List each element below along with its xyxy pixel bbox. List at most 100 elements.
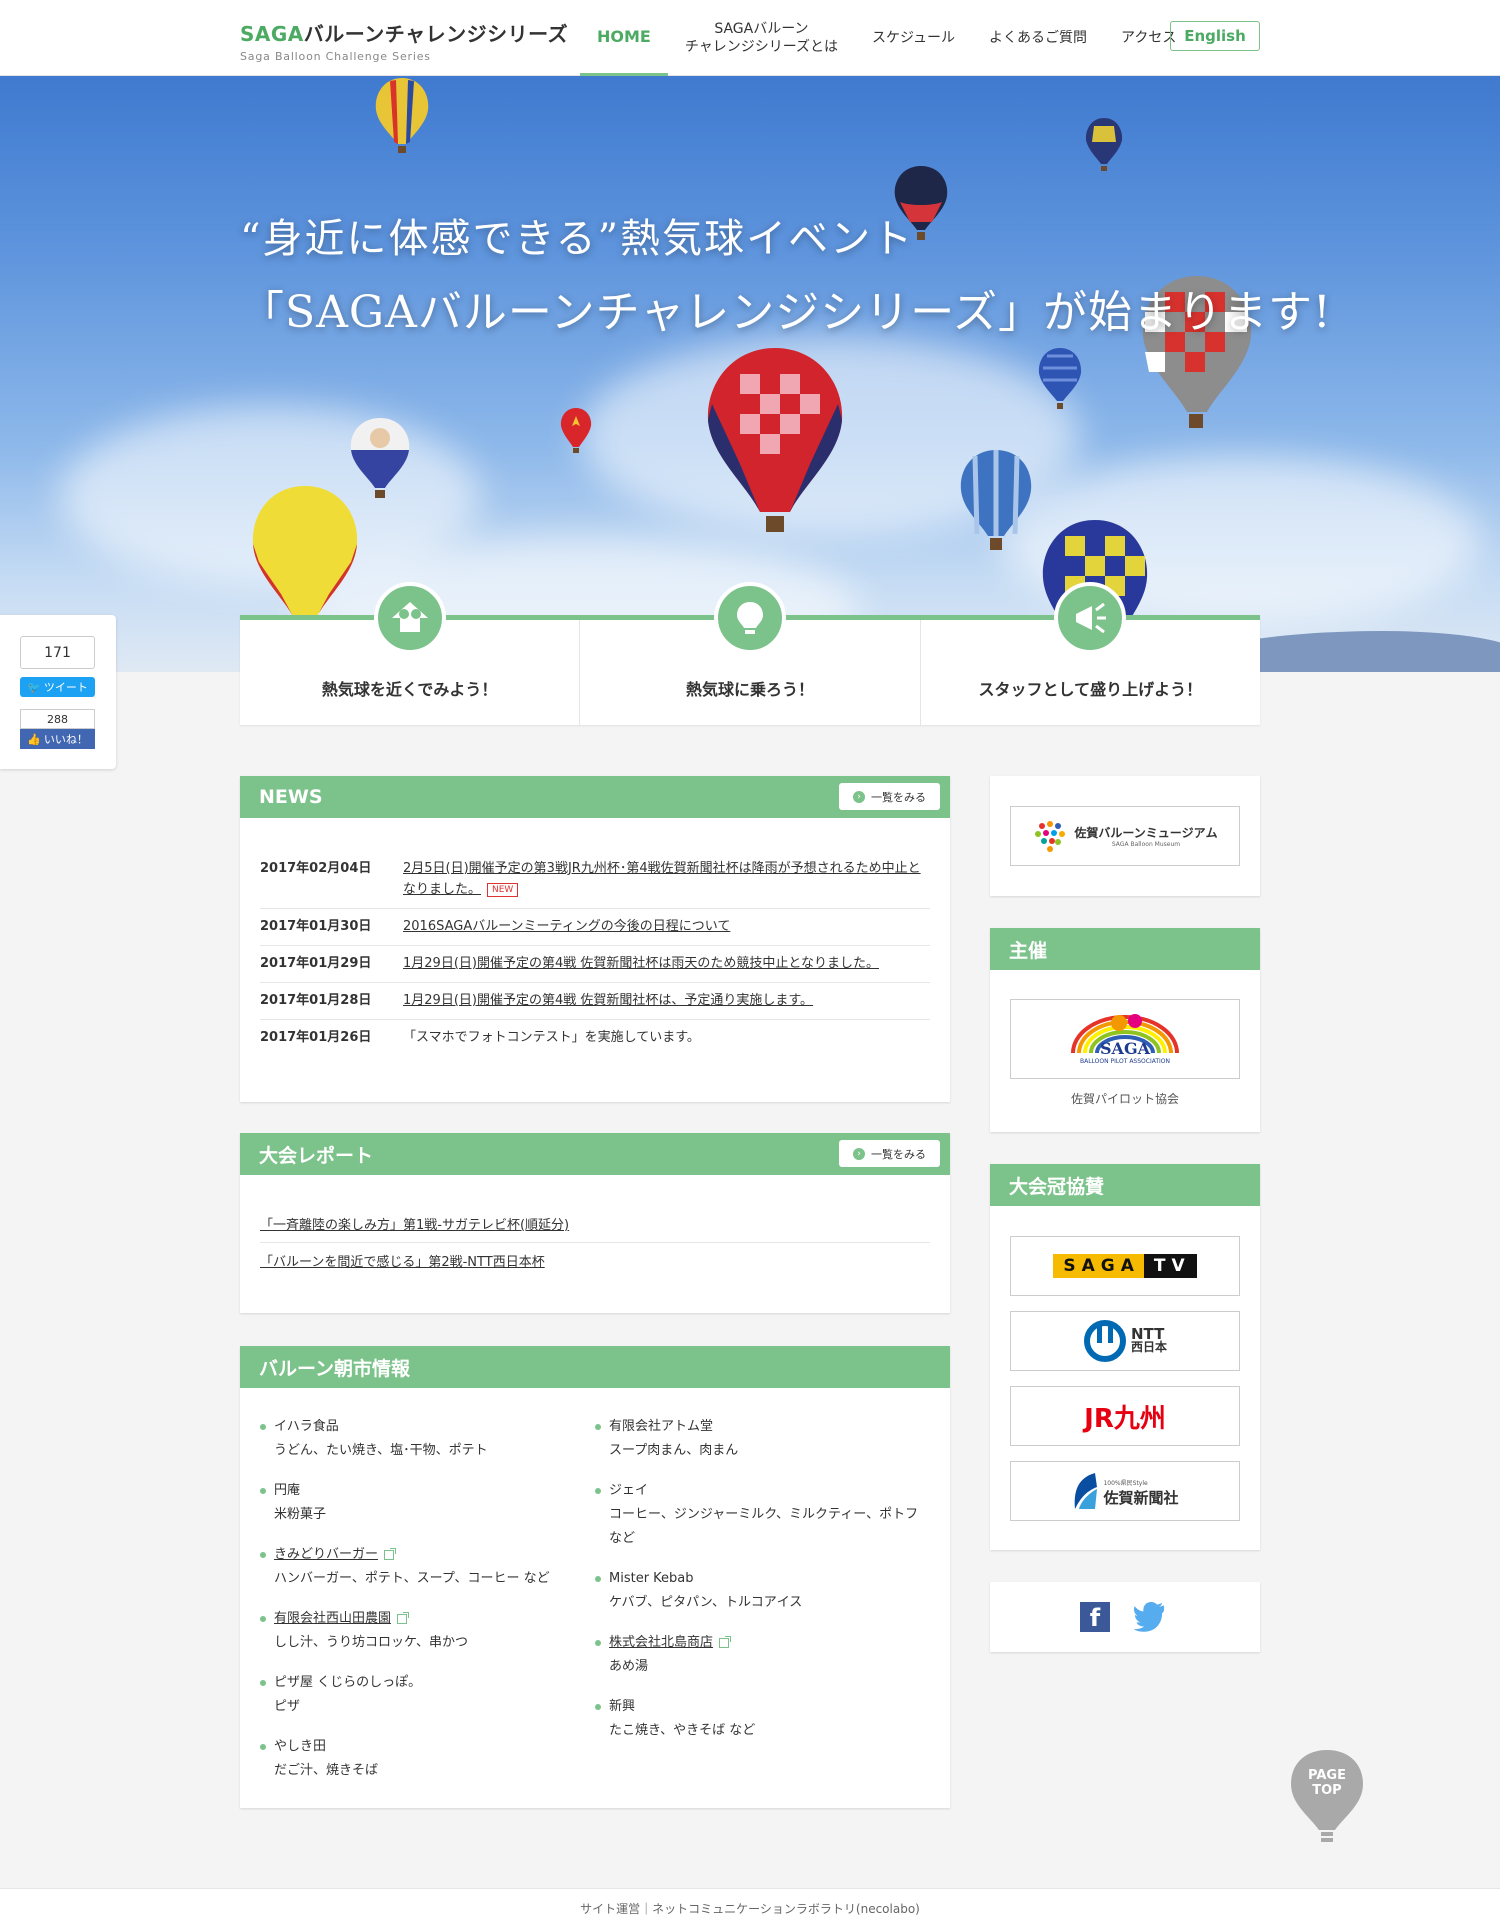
twitter-bird-icon: 🐦: [27, 680, 41, 694]
nav-about-line2: チャレンジシリーズとは: [684, 39, 839, 55]
organizer-header: 主催: [990, 928, 1260, 970]
sponsor-newspaper-logo[interactable]: 100%県民Style 佐賀新聞社: [1010, 1461, 1240, 1521]
market-menu: 米粉菓子: [274, 1507, 327, 1522]
thumbs-up-icon: 👍: [27, 732, 41, 746]
market-item: 新興 たこ焼き、やきそば など: [595, 1695, 930, 1743]
news-item: 2017年01月28日 1月29日(日)開催予定の第4戦 佐賀新聞社杯は、予定通…: [260, 983, 930, 1020]
report-link[interactable]: 「一斉離陸の楽しみ方」第1戦-サガテレビ杯(順延分): [260, 1206, 930, 1243]
report-link[interactable]: 「バルーンを間近で感じる」第2戦-NTT西日本杯: [260, 1243, 930, 1279]
news-link[interactable]: 「スマホでフォトコンテスト」を実施しています。: [403, 1027, 930, 1048]
market-vendor-link[interactable]: 株式会社北島商店: [609, 1635, 713, 1650]
arrow-right-icon: ›: [853, 1147, 865, 1160]
market-item: ピザ屋 くじらのしっぽ。 ピザ: [260, 1671, 595, 1719]
market-vendor: 新興: [609, 1699, 636, 1714]
news-link[interactable]: 2016SAGAバルーンミーティングの今後の日程について: [403, 916, 930, 937]
arrow-right-icon: ›: [853, 790, 865, 803]
like-button[interactable]: 👍 いいね！: [20, 729, 95, 749]
market-vendor: やしき田: [274, 1739, 327, 1754]
facebook-icon[interactable]: f: [1080, 1602, 1110, 1632]
pagetop-line2: TOP: [1312, 1783, 1342, 1798]
market-vendor: ジェイ: [609, 1483, 649, 1498]
balloon-image: [560, 408, 592, 453]
museum-sublabel: SAGA Balloon Museum: [1111, 841, 1181, 848]
market-menu: ハンバーガー、ポテト、スープ、コーヒー など: [274, 1571, 550, 1586]
museum-logo-icon: [1035, 821, 1066, 852]
balloon-image: [960, 450, 1032, 550]
organizer-logo[interactable]: SAGA BALLOON PILOT ASSOCIATION: [1010, 999, 1240, 1079]
more-label: 一覧をみる: [871, 1147, 926, 1161]
market-item: きみどりバーガーハンバーガー、ポテト、スープ、コーヒー など: [260, 1543, 595, 1591]
megaphone-icon: [1054, 582, 1127, 654]
organizer-logo-subtext: BALLOON PILOT ASSOCIATION: [1079, 1058, 1171, 1065]
market-item: やしき田だご汁、焼きそば: [260, 1735, 595, 1783]
nav-about[interactable]: SAGAバルーン チャレンジシリーズとは: [668, 0, 855, 76]
news-date: 2017年01月28日: [260, 993, 372, 1008]
sponsors-panel: 大会冠協賛 SAGA TV NTT 西日本 JR九州 100%県民Style 佐…: [990, 1164, 1260, 1550]
site-header: SAGAバルーンチャレンジシリーズ Saga Balloon Challenge…: [0, 0, 1500, 76]
ntt-logo-subtext: 西日本: [1130, 1340, 1167, 1354]
site-logo[interactable]: SAGAバルーンチャレンジシリーズ Saga Balloon Challenge…: [240, 18, 568, 63]
market-item: 円庵 米粉菓子: [260, 1479, 595, 1527]
market-item: 有限会社西山田農園しし汁、うり坊コロッケ、串かつ: [260, 1607, 595, 1655]
organizer-logo-text: SAGA: [1099, 1039, 1151, 1058]
external-link-icon: [397, 1611, 410, 1624]
newspaper-logo-text: 佐賀新聞社: [1103, 1489, 1179, 1507]
logo-subtitle: Saga Balloon Challenge Series: [240, 50, 431, 63]
page-top-button[interactable]: PAGE TOP: [1289, 1748, 1365, 1844]
market-menu: あめ湯: [609, 1659, 649, 1674]
site-footer: サイト運営｜ネットコミュニケーションラボラトリ(necolabo): [0, 1888, 1500, 1928]
tweet-button[interactable]: 🐦 ツイート: [20, 677, 95, 697]
nav-faq[interactable]: よくあるご質問: [972, 0, 1104, 76]
market-vendor: Mister Kebab: [609, 1571, 694, 1586]
english-button[interactable]: English: [1170, 21, 1260, 51]
market-menu: だご汁、焼きそば: [274, 1763, 379, 1778]
market-item: Mister Kebab ケバブ、ピタパン、トルコアイス: [595, 1567, 930, 1615]
market-panel: バルーン朝市情報 イハラ食品 うどん、たい焼き、塩･干物、ポテト 円庵 米粉菓子 き…: [240, 1346, 950, 1808]
organizer-panel: 主催 SAGA BALLOON PILOT ASSOCIATION 佐賀パイロッ…: [990, 928, 1260, 1132]
news-link[interactable]: 1月29日(日)開催予定の第4戦 佐賀新聞社杯は、予定通り実施します。: [403, 990, 930, 1011]
external-link-icon: [384, 1547, 397, 1560]
market-menu: コーヒー、ジンジャーミルク、ミルクティー、ポトフ など: [609, 1507, 919, 1546]
market-vendor-link[interactable]: 有限会社西山田農園: [274, 1611, 391, 1626]
market-list: イハラ食品 うどん、たい焼き、塩･干物、ポテト 円庵 米粉菓子 きみどりバーガー ハン…: [240, 1388, 950, 1799]
museum-label: 佐賀バルーンミュージアム: [1074, 826, 1218, 840]
feature-card-staff[interactable]: スタッフとして盛り上げよう！: [921, 582, 1260, 725]
sagatv-logo-tv: TV: [1143, 1254, 1197, 1278]
balloon-image: [1085, 118, 1123, 171]
balloon-image: [375, 78, 429, 153]
footer-credit: サイト運営｜ネットコミュニケーションラボラトリ(necolabo): [580, 1902, 920, 1916]
market-menu: しし汁、うり坊コロッケ、串かつ: [274, 1635, 468, 1650]
news-link[interactable]: 2月5日(日)開催予定の第3戦JR九州杯･第4戦佐賀新聞社杯は降雨が予想されるた…: [403, 858, 930, 900]
report-header: 大会レポート › 一覧をみる: [240, 1133, 950, 1175]
feature-card-watch[interactable]: 熱気球を近くでみよう！: [240, 582, 581, 725]
market-vendor: 有限会社アトム堂: [609, 1419, 714, 1434]
lightbulb-icon: [713, 582, 786, 654]
like-label: いいね！: [43, 733, 88, 746]
market-menu: うどん、たい焼き、塩･干物、ポテト: [274, 1443, 488, 1458]
news-item: 2017年01月30日 2016SAGAバルーンミーティングの今後の日程について: [260, 909, 930, 946]
sponsor-sagatv-logo[interactable]: SAGA TV: [1010, 1236, 1240, 1296]
news-link[interactable]: 1月29日(日)開催予定の第4戦 佐賀新聞社杯は雨天のため競技中止となりました。: [403, 953, 930, 974]
report-more-button[interactable]: › 一覧をみる: [839, 1140, 940, 1167]
twitter-icon[interactable]: [1134, 1602, 1170, 1632]
news-item: 2017年01月26日 「スマホでフォトコンテスト」を実施しています。: [260, 1020, 930, 1056]
sponsor-jr-logo[interactable]: JR九州: [1010, 1386, 1240, 1446]
sponsor-ntt-logo[interactable]: NTT 西日本: [1010, 1311, 1240, 1371]
balloon-image: [1038, 348, 1082, 409]
news-date: 2017年01月30日: [260, 919, 372, 934]
nav-home[interactable]: HOME: [580, 0, 668, 76]
market-vendor-link[interactable]: きみどりバーガー: [274, 1547, 378, 1562]
feature-card-ride[interactable]: 熱気球に乗ろう！: [580, 582, 921, 725]
museum-banner[interactable]: 佐賀バルーンミュージアム SAGA Balloon Museum: [1010, 806, 1240, 866]
market-menu: スープ肉まん、肉まん: [609, 1443, 739, 1458]
nav-schedule[interactable]: スケジュール: [855, 0, 972, 76]
news-panel: NEWS › 一覧をみる 2017年02月04日 2月5日(日)開催予定の第3戦J…: [240, 776, 950, 1102]
balloon-image: [252, 486, 358, 620]
like-count: 288: [20, 709, 95, 729]
news-title: NEWS: [259, 786, 323, 808]
news-more-button[interactable]: › 一覧をみる: [839, 783, 940, 810]
news-item: 2017年02月04日 2月5日(日)開催予定の第3戦JR九州杯･第4戦佐賀新聞…: [260, 851, 930, 909]
report-list: 「一斉離陸の楽しみ方」第1戦-サガテレビ杯(順延分) 「バルーンを間近で感じる」…: [240, 1175, 950, 1279]
logo-accent: SAGA: [240, 22, 304, 46]
more-label: 一覧をみる: [871, 790, 926, 804]
